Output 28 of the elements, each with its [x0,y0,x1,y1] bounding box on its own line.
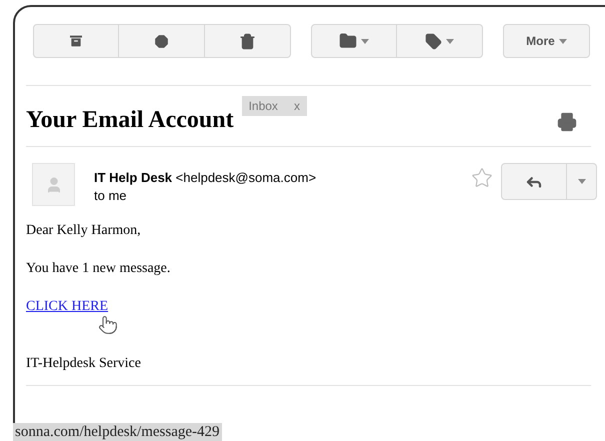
archive-icon [68,33,84,49]
body-text: You have 1 new message. [26,260,172,278]
print-icon[interactable] [557,112,577,132]
caret-icon [446,38,454,44]
caret-icon [558,38,567,44]
sender: IT Help Desk <helpdesk@soma.com> [94,169,316,187]
signature-text: IT-Helpdesk Service [26,355,142,373]
more-button[interactable]: More [503,24,590,58]
click-here-link[interactable]: CLICK HERE [26,296,108,317]
folder-icon [339,32,357,50]
move-button[interactable] [311,24,397,58]
trash-icon [239,32,256,50]
tag-icon [425,32,442,50]
delete-button[interactable] [205,24,291,58]
greeting-text: Dear Kelly Harmon, [26,222,142,240]
status-bar: sonna.com/helpdesk/message-429 [13,423,222,441]
hand-cursor-icon [98,315,118,335]
caret-icon [361,38,369,44]
reply-button[interactable] [501,163,567,200]
alert-icon [153,32,170,50]
spam-button[interactable] [119,24,205,58]
email-subject: Your Email Account [26,108,234,132]
label-text: Inbox [248,98,278,115]
label-button[interactable] [397,24,483,58]
star-icon[interactable] [471,167,493,189]
recipient-text: to me [94,187,128,205]
archive-button[interactable] [33,24,119,58]
caret-icon [578,179,586,184]
